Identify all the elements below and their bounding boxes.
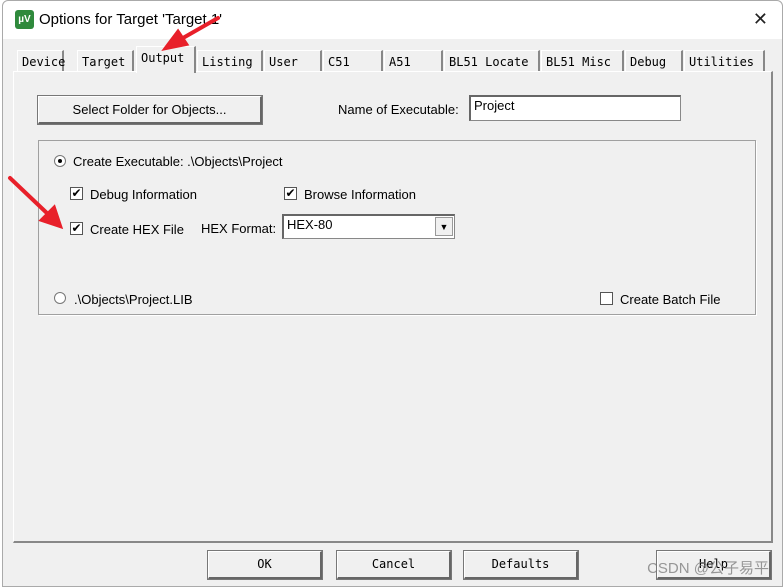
arrow-to-create-hex (8, 176, 52, 218)
arrow-head (161, 28, 190, 51)
annotation-arrows (8, 16, 220, 230)
